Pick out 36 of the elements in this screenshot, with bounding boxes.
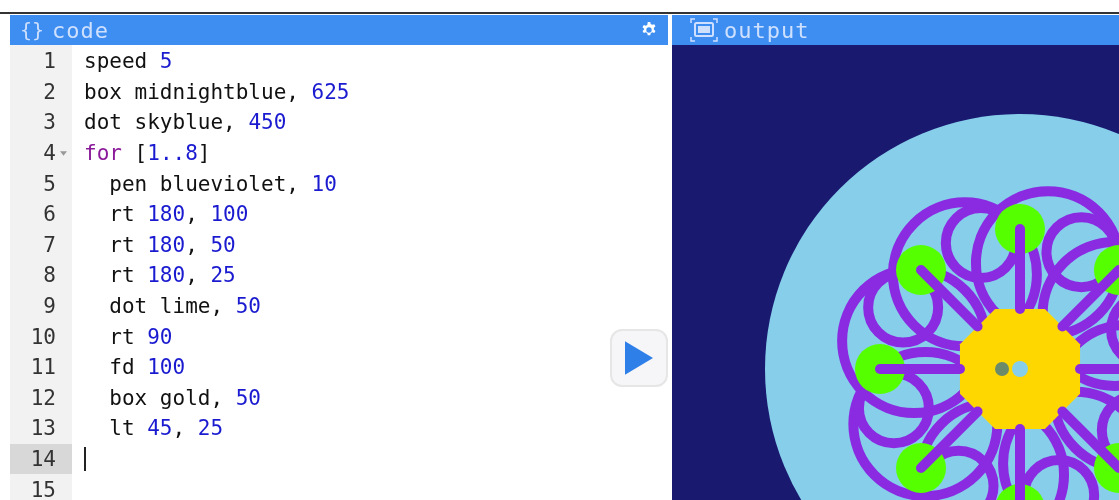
- line-number: 11: [29, 354, 57, 382]
- play-icon: [625, 341, 653, 375]
- code-line: fd 100: [109, 355, 186, 380]
- line-number: 15: [29, 476, 57, 500]
- braces-icon: {}: [20, 18, 45, 42]
- line-number: 13: [29, 415, 57, 443]
- panel-title: output: [724, 17, 810, 43]
- line-number: 10: [29, 323, 57, 351]
- code-line: rt 180, 25: [109, 263, 236, 288]
- line-number: 3: [42, 109, 57, 137]
- run-button[interactable]: [610, 329, 668, 387]
- code-line: lt 45, 25: [109, 416, 224, 441]
- line-number: 1: [42, 48, 57, 76]
- code-line: box gold, 50: [109, 385, 261, 410]
- code-line: pen blueviolet, 10: [109, 171, 337, 196]
- code-line: dot skyblue, 450: [84, 110, 287, 135]
- line-number: 7: [42, 231, 57, 259]
- line-number: 9: [42, 293, 57, 321]
- code-line: speed 5: [84, 49, 173, 74]
- text-cursor: [84, 447, 86, 471]
- screen-icon: [690, 18, 718, 42]
- line-number: 14: [10, 443, 72, 475]
- code-line: box midnightblue, 625: [84, 79, 350, 104]
- code-line: dot lime, 50: [109, 294, 261, 319]
- line-number: 6: [42, 201, 57, 229]
- code-line: for [1..8]: [84, 141, 211, 166]
- line-number: 8: [42, 262, 57, 290]
- code-line: rt 180, 100: [109, 202, 249, 227]
- line-number: 4: [42, 140, 57, 168]
- line-number: 2: [42, 78, 57, 106]
- code-line: rt 90: [109, 324, 173, 349]
- panel-title: code: [52, 17, 110, 43]
- line-number: 5: [42, 170, 57, 198]
- fold-open-icon[interactable]: [60, 149, 67, 157]
- line-number: 12: [29, 384, 57, 412]
- code-line: rt 180, 50: [109, 232, 236, 257]
